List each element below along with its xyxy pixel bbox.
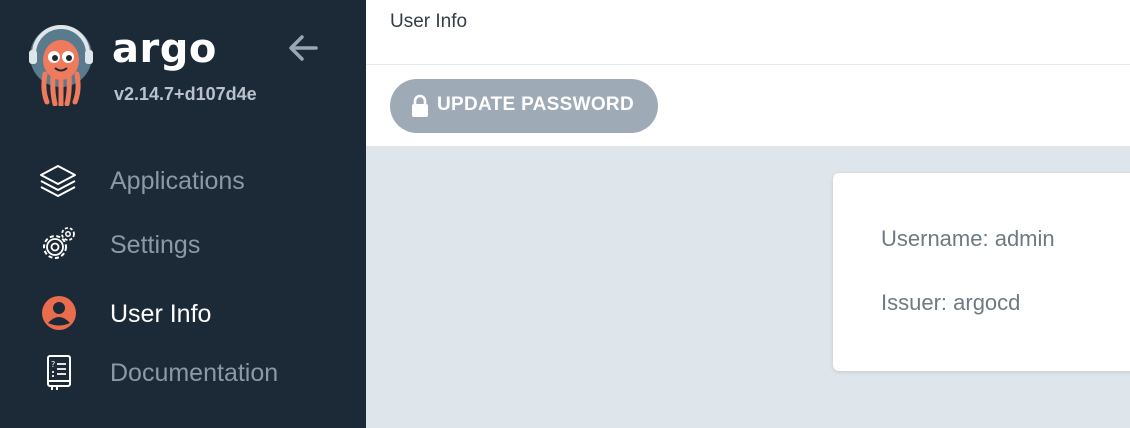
layers-icon — [40, 165, 76, 197]
sidebar-item-label: Applications — [110, 167, 245, 195]
user-circle-icon — [42, 296, 76, 330]
page-title: User Info — [390, 11, 468, 32]
sidebar-item-label: Settings — [110, 231, 201, 259]
sidebar-item-settings[interactable]: Settings — [0, 218, 366, 268]
book-icon: ? — [47, 355, 71, 390]
sidebar-item-label: User Info — [110, 300, 212, 328]
sidebar-item-label: Documentation — [110, 359, 279, 387]
version-label: v2.14.7+d107d4e — [114, 84, 257, 104]
sidebar-item-applications[interactable]: Applications — [0, 154, 366, 204]
sidebar-item-user-info[interactable]: User Info — [0, 287, 366, 337]
sidebar-item-documentation[interactable]: ? Documentation — [0, 346, 366, 396]
username-field: Username: admin — [881, 226, 1055, 251]
lock-icon — [412, 94, 428, 117]
top-bar: User Info — [366, 0, 1130, 65]
brand-name: argo — [112, 26, 217, 72]
sidebar: argo v2.14.7+d107d4e Applications Settin… — [0, 0, 366, 428]
user-info-card: Username: admin Issuer: argocd — [833, 173, 1130, 371]
argo-octopus-logo[interactable] — [28, 24, 94, 106]
update-password-label: UPDATE PASSWORD — [437, 94, 634, 115]
collapse-sidebar-arrow-icon[interactable] — [286, 33, 320, 63]
update-password-button[interactable]: UPDATE PASSWORD — [390, 79, 658, 133]
svg-text:?: ? — [51, 360, 55, 369]
toolbar: UPDATE PASSWORD — [366, 65, 1130, 146]
issuer-field: Issuer: argocd — [881, 290, 1021, 315]
gears-icon — [43, 227, 75, 259]
